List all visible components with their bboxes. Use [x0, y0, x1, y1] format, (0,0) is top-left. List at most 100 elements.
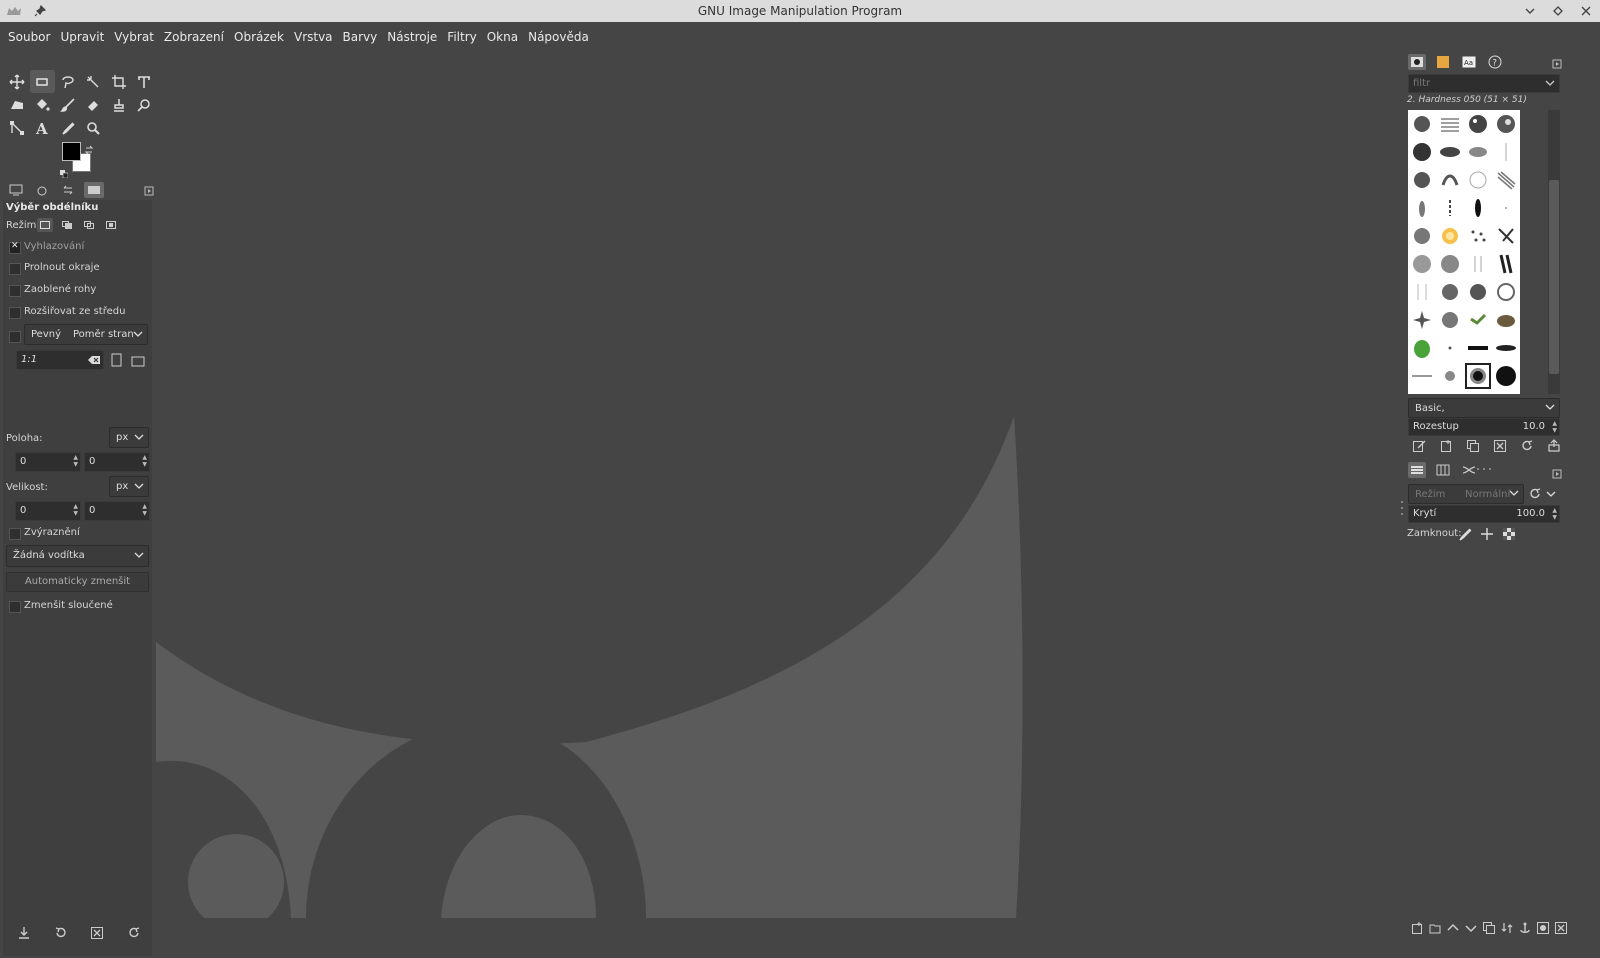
text-tool-icon[interactable]: A — [30, 116, 56, 139]
menu-image[interactable]: Obrázek — [229, 30, 289, 44]
edit-brush-icon[interactable] — [1412, 438, 1426, 457]
swap-colors-icon[interactable] — [84, 140, 94, 159]
foreground-color-swatch[interactable] — [62, 142, 81, 161]
spacing-slider[interactable]: Rozestup 10.0 ▲ ▼ — [1408, 418, 1560, 436]
save-options-icon[interactable] — [17, 925, 31, 944]
duplicate-brush-icon[interactable] — [1466, 438, 1480, 457]
lock-position-icon[interactable] — [1480, 526, 1494, 545]
brush-item[interactable] — [1408, 278, 1436, 306]
brush-item[interactable] — [1492, 110, 1520, 138]
opacity-slider[interactable]: Krytí 100.0 ▲ ▼ — [1408, 505, 1560, 523]
spin-arrows-icon[interactable]: ▲ ▼ — [1552, 420, 1557, 434]
reset-mode-icon[interactable] — [1528, 486, 1542, 505]
mode-replace-button[interactable] — [37, 218, 53, 232]
shrink-merged-checkbox[interactable] — [9, 601, 21, 613]
menu-filters[interactable]: Filtry — [442, 30, 481, 44]
fixed-checkbox[interactable] — [9, 331, 21, 343]
zoom-tool-icon[interactable] — [81, 116, 107, 139]
dock-menu-icon[interactable] — [1552, 464, 1562, 483]
brush-item[interactable] — [1436, 306, 1464, 334]
tab-layers-icon[interactable] — [1408, 462, 1426, 478]
menu-windows[interactable]: Okna — [482, 30, 523, 44]
reset-options-icon[interactable] — [127, 925, 141, 944]
mode-add-button[interactable] — [59, 218, 75, 232]
close-icon[interactable] — [1578, 3, 1594, 19]
refresh-brushes-icon[interactable] — [1520, 438, 1534, 457]
delete-layer-icon[interactable] — [1554, 920, 1568, 939]
brush-scrollbar-thumb[interactable] — [1549, 180, 1559, 374]
restore-options-icon[interactable] — [54, 925, 68, 944]
position-y-input[interactable]: 0 ▲ ▼ — [84, 452, 150, 472]
delete-options-icon[interactable] — [90, 925, 104, 944]
layer-mode-combo[interactable]: Režim Normální — [1408, 484, 1524, 504]
rounded-corners-checkbox[interactable] — [9, 285, 21, 297]
tab-patterns-icon[interactable] — [1434, 54, 1452, 70]
brush-item[interactable] — [1464, 194, 1492, 222]
clone-tool-icon[interactable] — [106, 93, 132, 116]
fixed-aspect-combo[interactable]: Pevný Poměr stran — [24, 324, 148, 345]
brush-item[interactable] — [1408, 222, 1436, 250]
brush-item[interactable] — [1492, 362, 1520, 390]
brush-item[interactable] — [1408, 334, 1436, 362]
tab-channels-icon[interactable] — [1434, 462, 1452, 478]
brush-item[interactable] — [1464, 222, 1492, 250]
brush-item[interactable] — [1408, 110, 1436, 138]
brush-item[interactable] — [1408, 306, 1436, 334]
menu-colors[interactable]: Barvy — [338, 30, 383, 44]
brush-item[interactable] — [1492, 306, 1520, 334]
brush-item[interactable] — [1408, 362, 1436, 390]
landscape-icon[interactable] — [131, 353, 145, 372]
delete-brush-icon[interactable] — [1493, 438, 1507, 457]
brush-item[interactable] — [1436, 278, 1464, 306]
brush-item[interactable] — [1464, 138, 1492, 166]
expand-from-center-checkbox[interactable] — [9, 307, 21, 319]
brush-item-selected[interactable] — [1464, 362, 1492, 390]
brush-item[interactable] — [1408, 138, 1436, 166]
color-picker-tool-icon[interactable] — [55, 116, 81, 139]
brush-item[interactable] — [1436, 110, 1464, 138]
lock-pixels-icon[interactable] — [1458, 526, 1472, 545]
dock-menu-icon[interactable] — [1552, 54, 1562, 73]
panel-separator-handle[interactable] — [1476, 456, 1492, 475]
menu-select[interactable]: Vybrat — [109, 30, 159, 44]
tab-fonts-icon[interactable]: Aa — [1460, 54, 1478, 70]
clear-field-icon[interactable] — [87, 351, 101, 376]
image-canvas[interactable] — [156, 52, 1399, 918]
brush-filter-input[interactable]: filtr — [1408, 74, 1560, 93]
menu-file[interactable]: Soubor — [0, 30, 55, 44]
chevron-down-icon[interactable] — [1546, 486, 1556, 505]
position-unit-combo[interactable]: px — [109, 427, 149, 448]
rect-select-tool-icon[interactable] — [29, 70, 55, 93]
paths-tool-icon[interactable] — [4, 116, 30, 139]
brush-item[interactable] — [1464, 334, 1492, 362]
guides-combo[interactable]: Žádná vodítka — [6, 545, 149, 567]
free-select-tool-icon[interactable] — [55, 70, 81, 93]
spin-arrows-icon[interactable]: ▲ ▼ — [142, 454, 147, 468]
transform-tool-icon[interactable] — [132, 70, 158, 93]
brush-scrollbar[interactable] — [1548, 110, 1560, 394]
tab-images[interactable] — [84, 182, 104, 198]
position-x-input[interactable]: 0 ▲ ▼ — [15, 452, 81, 472]
lower-layer-icon[interactable] — [1464, 920, 1478, 939]
brush-item[interactable] — [1492, 334, 1520, 362]
brush-item[interactable] — [1436, 222, 1464, 250]
antialiasing-checkbox[interactable] — [9, 241, 21, 254]
brush-item[interactable] — [1436, 362, 1464, 390]
smudge-tool-icon[interactable] — [132, 93, 158, 116]
brush-item[interactable] — [1464, 166, 1492, 194]
tab-paths-icon[interactable] — [1460, 462, 1478, 478]
lock-alpha-icon[interactable] — [1502, 526, 1516, 545]
menu-edit[interactable]: Upravit — [55, 30, 109, 44]
brush-item[interactable] — [1436, 138, 1464, 166]
size-width-input[interactable]: 0 ▲ ▼ — [15, 501, 81, 521]
brush-item[interactable] — [1464, 110, 1492, 138]
brush-item[interactable] — [1492, 222, 1520, 250]
duplicate-layer-icon[interactable] — [1482, 920, 1496, 939]
menu-layer[interactable]: Vrstva — [289, 30, 338, 44]
menu-help[interactable]: Nápověda — [523, 30, 594, 44]
menu-tools[interactable]: Nástroje — [382, 30, 442, 44]
brush-item[interactable] — [1464, 250, 1492, 278]
brush-tag-combo[interactable]: Basic, — [1408, 398, 1560, 418]
brush-item[interactable] — [1492, 278, 1520, 306]
mode-intersect-button[interactable] — [103, 218, 119, 232]
